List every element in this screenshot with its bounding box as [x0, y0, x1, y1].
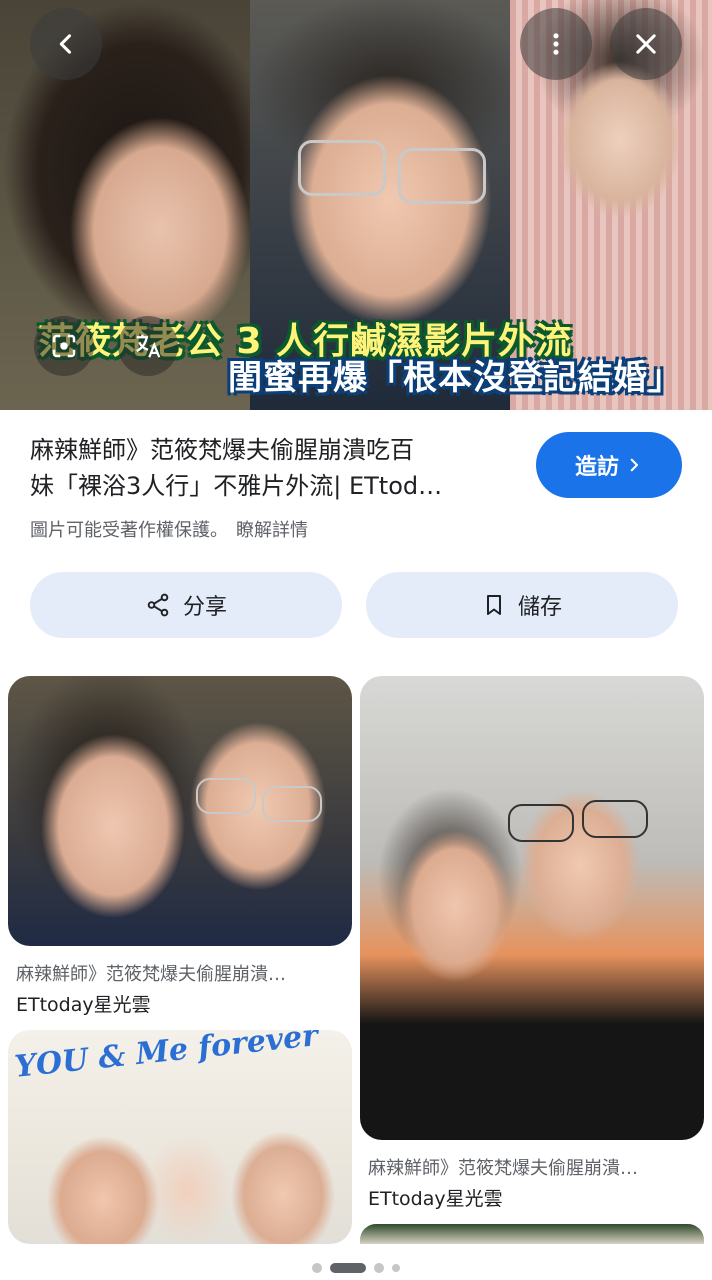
- page-dot: [374, 1263, 384, 1273]
- glasses-left: [298, 140, 386, 196]
- related-source: ETtoday星光雲: [16, 994, 151, 1016]
- visit-button[interactable]: 造訪: [536, 432, 682, 498]
- related-source: ETtoday星光雲: [368, 1188, 503, 1210]
- related-thumbnail[interactable]: [360, 676, 704, 1140]
- related-title: 麻辣鮮師》范筱梵爆夫偷腥崩潰…: [368, 1158, 638, 1179]
- thumbnail-overlay-text: YOU & Me forever: [13, 1030, 320, 1085]
- learn-more-link[interactable]: 瞭解詳情: [236, 520, 308, 541]
- glasses-right: [398, 148, 486, 204]
- more-options-button[interactable]: [520, 8, 592, 80]
- related-card[interactable]: YOU & Me forever: [8, 1030, 352, 1244]
- hero-caption-line2: 閨蜜再爆「根本沒登記結婚」: [228, 358, 683, 398]
- chevron-right-icon: [630, 458, 639, 472]
- back-button[interactable]: [30, 8, 102, 80]
- glasses-icon: [508, 804, 574, 842]
- result-title-line2: 妹「裸浴3人行」不雅片外流| ETtod…: [30, 472, 443, 500]
- related-thumbnail[interactable]: [8, 676, 352, 946]
- related-thumbnail[interactable]: [360, 1224, 704, 1244]
- page-indicator: [0, 1258, 712, 1278]
- main-image[interactable]: 范筱梵老公 3 人行鹹濕影片外流 閨蜜再爆「根本沒登記結婚」: [0, 0, 712, 410]
- result-title[interactable]: 麻辣鮮師》范筱梵爆夫偷腥崩潰吃百 妹「裸浴3人行」不雅片外流| ETtod…: [30, 432, 510, 504]
- glasses-icon: [196, 778, 256, 814]
- related-thumbnail[interactable]: YOU & Me forever: [8, 1030, 352, 1244]
- page-dot-active: [330, 1263, 366, 1273]
- lens-search-button[interactable]: [34, 316, 94, 376]
- translate-icon: [136, 334, 161, 358]
- related-card[interactable]: 麻辣鮮師》范筱梵爆夫偷腥崩潰… ETtoday星光雲: [8, 676, 352, 1016]
- related-title: 麻辣鮮師》范筱梵爆夫偷腥崩潰…: [16, 964, 286, 985]
- share-icon: [147, 593, 169, 617]
- share-label: 分享: [182, 595, 227, 620]
- copyright-notice: 圖片可能受著作權保護。 瞭解詳情: [30, 516, 308, 542]
- related-card[interactable]: 麻辣鮮師》范筱梵爆夫偷腥崩潰… ETtoday星光雲: [360, 676, 704, 1212]
- share-button[interactable]: 分享: [30, 572, 342, 638]
- related-card[interactable]: [360, 1224, 704, 1244]
- visit-label: 造訪: [574, 455, 619, 480]
- result-title-line1: 麻辣鮮師》范筱梵爆夫偷腥崩潰吃百: [30, 436, 414, 464]
- more-vert-icon: [553, 33, 559, 55]
- page-dot: [392, 1264, 400, 1272]
- glasses-icon: [262, 786, 322, 822]
- bookmark-icon: [486, 595, 501, 615]
- close-button[interactable]: [610, 8, 682, 80]
- translate-button[interactable]: [118, 316, 178, 376]
- close-icon: [636, 34, 656, 54]
- lens-icon: [52, 334, 76, 358]
- save-label: 儲存: [517, 595, 562, 620]
- save-button[interactable]: 儲存: [366, 572, 678, 638]
- chevron-left-icon: [59, 34, 72, 54]
- glasses-icon: [582, 800, 648, 838]
- copyright-text: 圖片可能受著作權保護。: [30, 520, 228, 541]
- page-dot: [312, 1263, 322, 1273]
